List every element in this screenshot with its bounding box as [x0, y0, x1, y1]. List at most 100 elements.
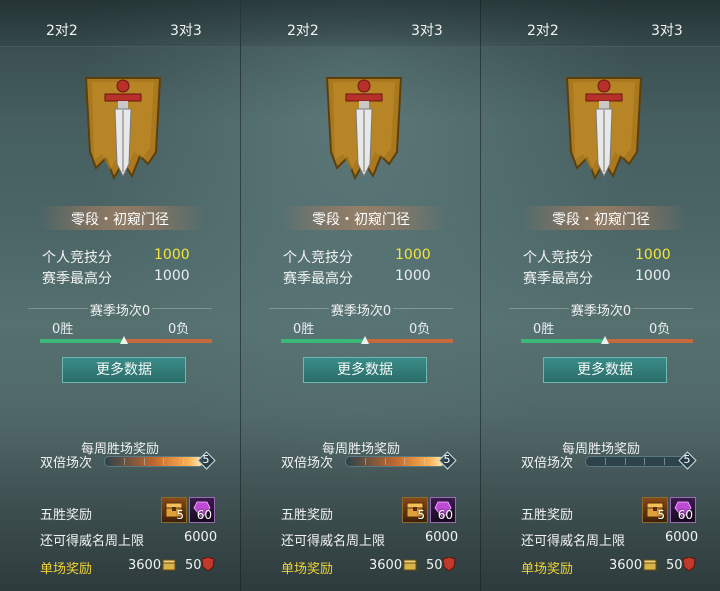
double-games-label: 双倍场次	[521, 456, 574, 471]
gem-icon[interactable]: 60	[189, 497, 215, 523]
single-points-value: 50	[666, 558, 683, 573]
chest-icon[interactable]: 5	[402, 497, 428, 523]
rank-emblem-icon	[565, 77, 643, 181]
arena-panel: 2对2 3对3 零段・初窥门径 个人竞技分 1000 赛季最高分 1000 赛季…	[0, 0, 240, 591]
bar-segment	[424, 458, 425, 465]
more-data-button[interactable]: 更多数据	[303, 357, 427, 383]
loss-bar	[607, 339, 693, 343]
season-best-label: 赛季最高分	[42, 271, 112, 287]
personal-score-value: 1000	[395, 247, 431, 263]
losses-count: 0负	[649, 322, 671, 337]
weekly-cap-label: 还可得威名周上限	[40, 534, 145, 549]
double-games-bar	[585, 456, 685, 467]
tab-3v3[interactable]: 3对3	[651, 20, 683, 40]
season-games: 赛季场次0	[89, 304, 151, 319]
single-match-reward-label: 单场奖励	[40, 562, 93, 577]
gem-qty: 60	[196, 508, 212, 522]
bar-segment	[183, 458, 184, 465]
gem-qty: 60	[437, 508, 453, 522]
bar-segment	[625, 458, 626, 465]
season-best-value: 1000	[635, 268, 671, 284]
weekly-cap-value: 6000	[425, 530, 459, 545]
single-gold-value: 3600	[609, 558, 643, 573]
five-win-reward-label: 五胜奖励	[521, 508, 574, 523]
personal-score-label: 个人竞技分	[283, 250, 353, 266]
double-games-count-value: 5	[443, 453, 451, 466]
win-bar	[281, 339, 367, 343]
wins-count: 0胜	[293, 322, 315, 337]
tab-2v2[interactable]: 2对2	[527, 20, 559, 40]
tab-3v3[interactable]: 3对3	[411, 20, 443, 40]
personal-score-label: 个人竞技分	[42, 250, 112, 266]
rank-emblem-icon	[325, 77, 403, 181]
chest-qty: 5	[417, 508, 425, 522]
bar-segment	[124, 458, 125, 465]
double-games-bar	[104, 456, 204, 467]
rank-title: 零段・初窥门径	[552, 212, 650, 228]
rank-emblem-icon	[84, 77, 162, 181]
mode-tabs: 2对2 3对3	[0, 0, 240, 47]
season-games: 赛季场次0	[330, 304, 392, 319]
gem-icon[interactable]: 60	[430, 497, 456, 523]
bar-segment	[144, 458, 145, 465]
wins-count: 0胜	[533, 322, 555, 337]
season-games: 赛季场次0	[570, 304, 632, 319]
double-games-count: 5	[438, 451, 457, 470]
season-best-label: 赛季最高分	[523, 271, 593, 287]
tab-2v2[interactable]: 2对2	[287, 20, 319, 40]
bar-segment	[365, 458, 366, 465]
mode-tabs: 2对2 3对3	[481, 0, 720, 47]
personal-score-value: 1000	[635, 247, 671, 263]
bar-segment	[163, 458, 164, 465]
loss-bar	[367, 339, 453, 343]
double-games-fill	[346, 457, 444, 466]
chest-icon[interactable]: 5	[642, 497, 668, 523]
win-bar	[521, 339, 607, 343]
coin-icon	[162, 559, 176, 571]
single-match-reward-label: 单场奖励	[281, 562, 334, 577]
win-ratio-marker-icon	[601, 336, 609, 344]
arena-panel: 2对2 3对3 零段・初窥门径 个人竞技分 1000 赛季最高分 1000 赛季…	[480, 0, 720, 591]
tab-2v2[interactable]: 2对2	[46, 20, 78, 40]
season-best-label: 赛季最高分	[283, 271, 353, 287]
double-games-count-value: 5	[683, 453, 691, 466]
five-win-reward-label: 五胜奖励	[281, 508, 334, 523]
more-data-button[interactable]: 更多数据	[62, 357, 186, 383]
weekly-cap-label: 还可得威名周上限	[521, 534, 626, 549]
more-data-button[interactable]: 更多数据	[543, 357, 667, 383]
bar-segment	[404, 458, 405, 465]
bar-segment	[664, 458, 665, 465]
single-match-reward-label: 单场奖励	[521, 562, 574, 577]
rank-title: 零段・初窥门径	[312, 212, 410, 228]
coin-icon	[403, 559, 417, 571]
bar-segment	[644, 458, 645, 465]
chest-qty: 5	[176, 508, 184, 522]
gem-qty: 60	[677, 508, 693, 522]
tab-3v3[interactable]: 3对3	[170, 20, 202, 40]
bar-segment	[385, 458, 386, 465]
arena-panels: 2对2 3对3 零段・初窥门径 个人竞技分 1000 赛季最高分 1000 赛季…	[0, 0, 720, 591]
shield-icon	[201, 557, 215, 572]
double-games-label: 双倍场次	[281, 456, 334, 471]
season-best-value: 1000	[395, 268, 431, 284]
personal-score-value: 1000	[154, 247, 190, 263]
personal-score-label: 个人竞技分	[523, 250, 593, 266]
chest-qty: 5	[657, 508, 665, 522]
five-win-reward-label: 五胜奖励	[40, 508, 93, 523]
coin-icon	[643, 559, 657, 571]
chest-icon[interactable]: 5	[161, 497, 187, 523]
win-ratio-marker-icon	[361, 336, 369, 344]
mode-tabs: 2对2 3对3	[241, 0, 481, 47]
shield-icon	[442, 557, 456, 572]
double-games-fill	[105, 457, 203, 466]
gem-icon[interactable]: 60	[670, 497, 696, 523]
double-games-bar	[345, 456, 445, 467]
single-points-value: 50	[426, 558, 443, 573]
double-games-count: 5	[678, 451, 697, 470]
double-games-label: 双倍场次	[40, 456, 93, 471]
single-points-value: 50	[185, 558, 202, 573]
weekly-cap-value: 6000	[184, 530, 218, 545]
arena-panel: 2对2 3对3 零段・初窥门径 个人竞技分 1000 赛季最高分 1000 赛季…	[240, 0, 481, 591]
weekly-cap-value: 6000	[665, 530, 699, 545]
season-best-value: 1000	[154, 268, 190, 284]
